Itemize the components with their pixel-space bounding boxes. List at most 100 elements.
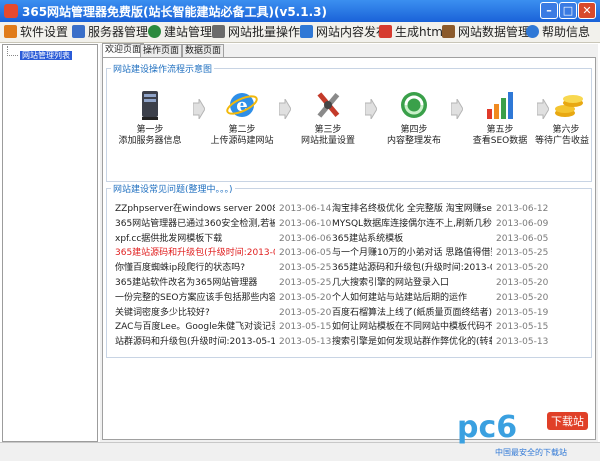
grid-icon [212, 25, 225, 38]
globe-icon [148, 25, 161, 38]
menu-item-batch[interactable]: 网站批量操作 [212, 23, 300, 41]
site-tree-panel: 网站管理列表 [2, 44, 98, 442]
arrow-right-icon [193, 99, 205, 119]
faq-date: 2013-05-19 [496, 307, 549, 318]
arrow-icon [379, 25, 392, 38]
faq-date: 2013-05-13 [496, 337, 549, 348]
faq-date: 2013-06-09 [496, 218, 549, 229]
step-desc: 上传源码建网站 [210, 136, 274, 146]
faq-link[interactable]: 365建站源码和升级包(升级时间:2013-05- [332, 262, 492, 275]
coins-icon [555, 95, 583, 117]
recycle-icon [401, 92, 427, 118]
step-desc: 内容整理发布 [386, 136, 441, 146]
welcome-content: 网站建设操作流程示意图 第一步 添加服务器信息 e 第二步 上传源码建网站 第三… [102, 57, 596, 440]
title-bar: 365网站管理器免费版(站长智能建站必备工具)(v5.1.3) – □ ✕ [0, 0, 600, 22]
step-number: 第四步 [400, 125, 428, 135]
faq-link[interactable]: xpf.cc据供批发网模板下载 [115, 233, 275, 246]
faq-title: 网站建设常见问题(整理中。。。) [111, 182, 235, 195]
faq-date: 2013-06-10 [279, 218, 332, 229]
faq-link[interactable]: 365网站管理器已通过360安全检测,若被拦 [115, 218, 275, 231]
flow-step: 第四步 内容整理发布 [379, 87, 449, 149]
faq-date: 2013-05-15 [279, 322, 332, 333]
faq-date: 2013-05-20 [496, 292, 549, 303]
flow-step: 第六步 等待广告收益 [527, 87, 593, 149]
faq-link[interactable]: ZAC与百度Lee。Google朱健飞对谈记录 [115, 321, 275, 334]
ie-globe-icon: e [226, 93, 258, 117]
menu-label: 帮助信息 [542, 25, 591, 39]
faq-link[interactable]: 个人如何建站与站建站后期的运作 [332, 292, 492, 305]
arrow-right-icon [451, 99, 463, 119]
step-number: 第六步 [552, 125, 580, 135]
faq-link[interactable]: 百度石榴算法上线了(紙质量页面终结者) [332, 307, 492, 320]
main-panel: 欢迎页面 操作页面 数据页面 网站建设操作流程示意图 第一步 添加服务器信息 e… [100, 43, 598, 442]
faq-link[interactable]: 一份完整的SEO方案应该手包括那些内容 [115, 292, 275, 305]
menu-item-help[interactable]: 帮助信息 [526, 23, 590, 41]
tab-welcome[interactable]: 欢迎页面 [102, 43, 145, 58]
faq-date: 2013-06-05 [496, 233, 549, 244]
help-icon [526, 25, 539, 38]
menu-item-site[interactable]: 建站管理 [148, 23, 212, 41]
faq-link[interactable]: ZZphpserver在windows server 2008 64位 [115, 203, 275, 216]
menu-item-html[interactable]: 生成html [379, 23, 446, 41]
step-desc: 网站批量设置 [300, 136, 355, 146]
watermark-tagline: 中国最安全的下载站 [495, 448, 567, 457]
tab-operation[interactable]: 操作页面 [140, 44, 183, 57]
flow-step: e 第二步 上传源码建网站 [207, 87, 277, 149]
menu-item-settings[interactable]: 软件设置 [4, 23, 68, 41]
faq-date: 2013-06-05 [279, 248, 332, 259]
tree-line-icon [7, 46, 18, 56]
faq-date: 2013-06-14 [279, 204, 332, 214]
faq-link[interactable]: 淘宝排名终极优化 全完整版 淘宝网赚seo [332, 203, 492, 216]
faq-date: 2013-06-06 [279, 233, 332, 244]
app-icon [4, 4, 18, 18]
window-title: 365网站管理器免费版(站长智能建站必备工具)(v5.1.3) [22, 5, 327, 19]
menu-label: 网站数据管理 [458, 25, 531, 39]
faq-date: 2013-05-15 [496, 322, 549, 333]
menu-label: 网站批量操作 [228, 25, 301, 39]
menu-label: 生成html [395, 25, 447, 39]
menu-label: 服务器管理 [88, 25, 149, 39]
faq-link[interactable]: 与一个月赚10万的小弟对话 思路值得借鉴 [332, 247, 492, 260]
tab-data[interactable]: 数据页面 [182, 44, 225, 57]
faq-link[interactable]: MYSQL数据库连接偶尔连不上,刷新几秒后 [332, 218, 492, 231]
faq-date: 2013-05-20 [279, 307, 332, 318]
flow-group: 网站建设操作流程示意图 第一步 添加服务器信息 e 第二步 上传源码建网站 第三… [106, 62, 593, 182]
minimize-button[interactable]: – [540, 2, 558, 19]
menu-label: 软件设置 [20, 25, 69, 39]
faq-link[interactable]: 365建站源码和升级包(升级时间:2013-06- [115, 247, 275, 260]
faq-date: 2013-05-20 [496, 278, 549, 288]
pc6-watermark: pc6 下载站 中国最安全的下载站 [455, 410, 600, 460]
faq-link[interactable]: 你懂百度蜘蛛ip段爬行的状态吗? [115, 262, 275, 275]
flow-step: 第五步 查看SEO数据 [465, 87, 535, 149]
menu-label: 建站管理 [164, 25, 213, 39]
flow-step: 第三步 网站批量设置 [293, 87, 363, 149]
server-icon [72, 25, 85, 38]
document-icon [300, 25, 313, 38]
bar-chart-icon [487, 92, 513, 119]
faq-date: 2013-05-13 [279, 337, 332, 348]
step-number: 第三步 [314, 125, 342, 135]
faq-link[interactable]: 搜索引擎是如何发现站群作弊优化的(转载 [332, 336, 492, 349]
faq-link[interactable]: 365建站软件改名为365网站管理器 [115, 277, 275, 290]
faq-group: 网站建设常见问题(整理中。。。) ZZphpserver在windows ser… [106, 182, 592, 358]
faq-link[interactable]: 站群源码和升级包(升级时间:2013-05-13) [115, 336, 275, 349]
step-number: 第五步 [486, 125, 514, 135]
close-button[interactable]: ✕ [578, 2, 596, 19]
faq-link[interactable]: 如何让网站模板在不同网站中模板代码不一 [332, 321, 492, 334]
faq-link[interactable]: 关键词密度多少比较好? [115, 307, 275, 320]
faq-date: 2013-05-20 [279, 292, 332, 303]
tools-icon [317, 92, 340, 118]
step-desc: 等待广告收益 [534, 136, 589, 146]
menu-item-publish[interactable]: 网站内容发布 [300, 23, 388, 41]
menu-item-server[interactable]: 服务器管理 [72, 23, 148, 41]
menu-item-data[interactable]: 网站数据管理 [442, 23, 530, 41]
maximize-button[interactable]: □ [559, 2, 577, 19]
tree-item-site-list[interactable]: 网站管理列表 [7, 46, 72, 60]
menu-bar: 软件设置 服务器管理 建站管理 网站批量操作 网站内容发布 生成html 网站数… [0, 22, 600, 43]
step-number: 第二步 [228, 125, 256, 135]
tree-item-label: 网站管理列表 [20, 51, 72, 60]
faq-date: 2013-06-12 [496, 204, 549, 214]
faq-link[interactable]: 几大搜索引擎的网站登录入口 [332, 277, 492, 290]
faq-link[interactable]: 365建站系统模板 [332, 233, 492, 246]
flow-step: 第一步 添加服务器信息 [115, 87, 185, 149]
